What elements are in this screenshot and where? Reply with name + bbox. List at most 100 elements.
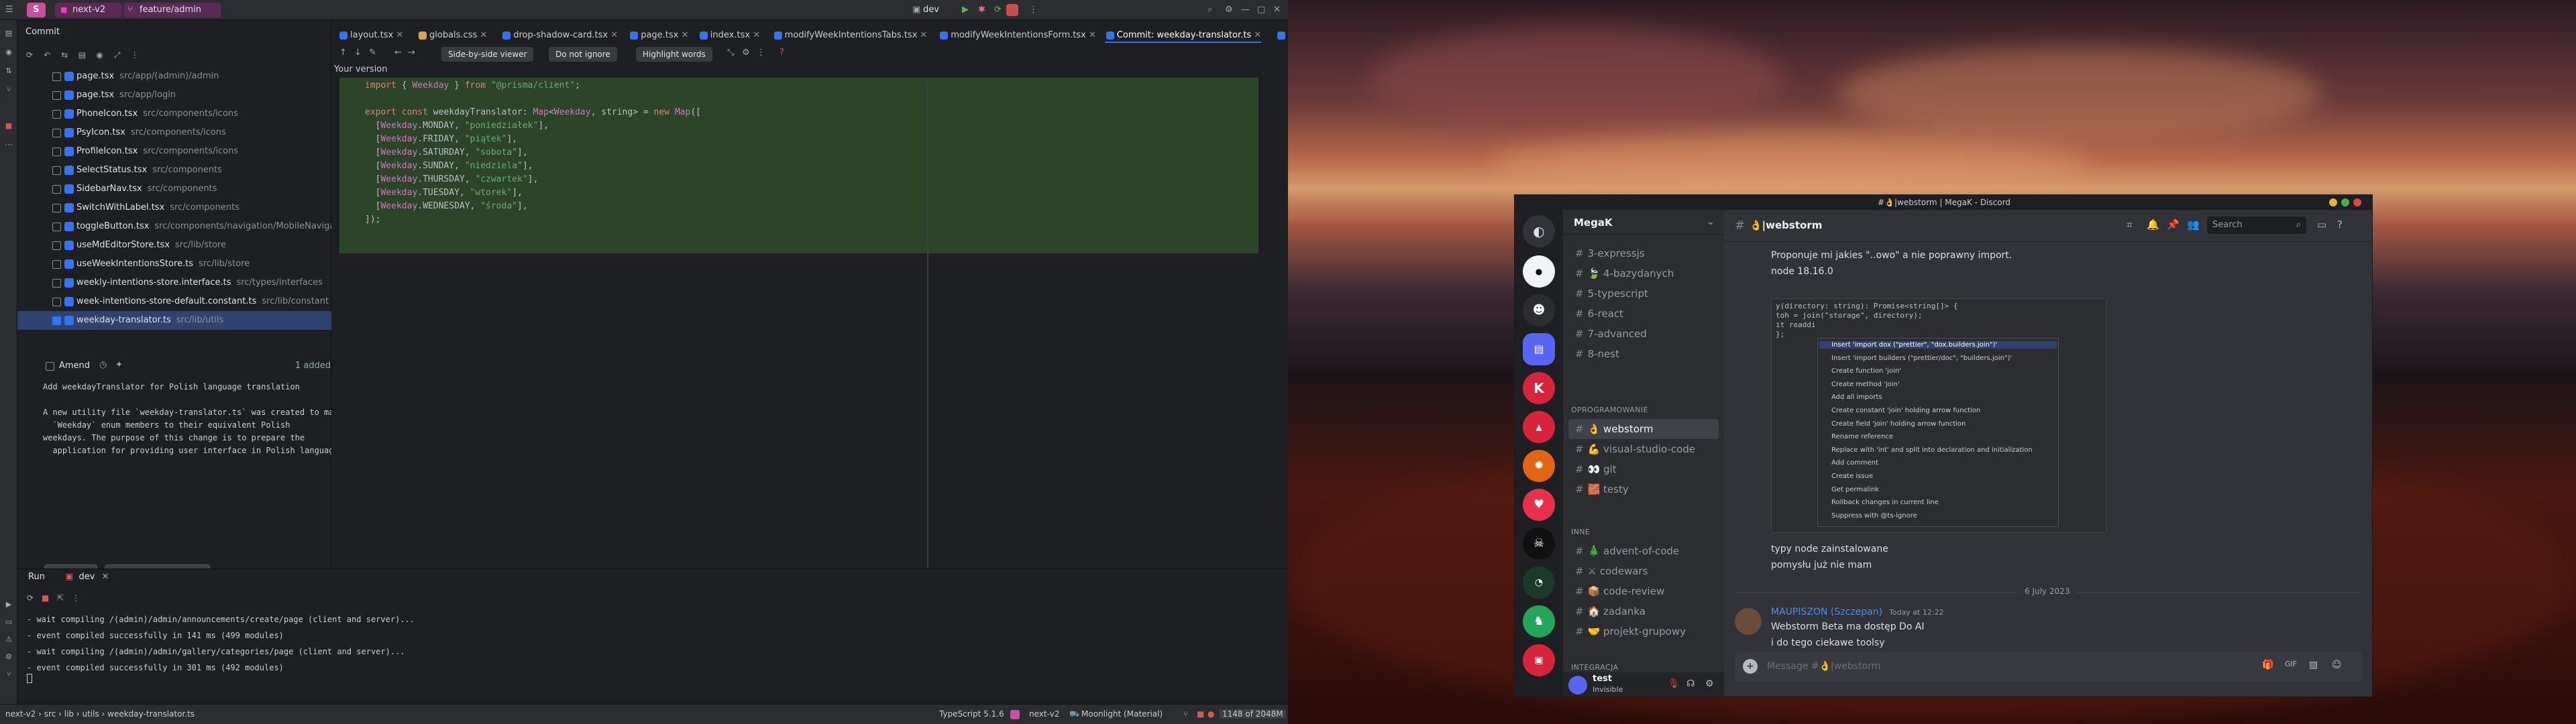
typescript-version[interactable]: TypeScript 5.1.6 — [939, 709, 1004, 719]
category-programming[interactable]: OPROGRAMOWANIE — [1571, 406, 1648, 414]
file-checkbox[interactable] — [52, 129, 61, 137]
maximize-window-icon[interactable] — [2341, 198, 2349, 206]
rerun-icon[interactable]: ⟳ — [994, 4, 1002, 16]
server-icon-2[interactable]: ☻ — [1523, 294, 1555, 326]
channel-codewars[interactable]: # ⚔ codewars — [1568, 561, 1719, 581]
gif-icon[interactable]: GIF — [2285, 660, 2297, 668]
avatar[interactable] — [1568, 676, 1587, 695]
file-row[interactable]: PsyIcon.tsx src/components/icons — [17, 123, 331, 142]
close-tab-icon[interactable]: ✕ — [477, 30, 487, 40]
npm-icon[interactable]: ■ — [3, 121, 14, 131]
breadcrumb-item[interactable]: weekday-translator.ts — [107, 709, 195, 719]
channel-webstorm[interactable]: # 👌 webstorm — [1568, 419, 1719, 439]
file-row[interactable]: page.tsx src/app/(admin)/admin — [17, 67, 331, 86]
channel-8-nest[interactable]: #8-nest — [1568, 344, 1719, 364]
close-window-icon[interactable] — [2353, 198, 2361, 206]
project-switcher[interactable]: next-v2 — [72, 4, 105, 16]
error-status-icon[interactable]: ■ — [1197, 709, 1204, 719]
rollback-icon[interactable]: ↶ — [42, 50, 52, 60]
emoji-icon[interactable]: ☺ — [2332, 660, 2342, 670]
attach-plus-icon[interactable]: + — [1743, 659, 1758, 674]
close-icon[interactable]: ✕ — [1273, 4, 1281, 16]
channel-projekt-grupowy[interactable]: # 🤝 projekt-grupowy — [1568, 621, 1719, 642]
file-checkbox[interactable] — [52, 223, 61, 231]
server-icon-10[interactable]: ▣ — [1523, 644, 1555, 676]
rerun-run-icon[interactable]: ⟳ — [27, 593, 34, 603]
minimize-window-icon[interactable] — [2329, 198, 2337, 206]
close-tab-icon[interactable]: ✕ — [608, 30, 618, 40]
server-icon-4[interactable]: ▲ — [1523, 411, 1555, 443]
stop-icon[interactable] — [1006, 4, 1018, 16]
channel-zadanka[interactable]: # 🏠 zadanka — [1568, 601, 1719, 621]
channel-testy[interactable]: # 🧱 testy — [1568, 479, 1719, 499]
close-tab-icon[interactable]: ✕ — [917, 30, 927, 40]
file-row[interactable]: ProfileIcon.tsx src/components/icons — [17, 142, 331, 161]
stop-run-icon[interactable]: ■ — [42, 593, 49, 603]
amend-checkbox[interactable] — [46, 362, 54, 371]
diff-splitter[interactable] — [927, 78, 928, 568]
channel-code-review[interactable]: # 📦 code-review — [1568, 581, 1719, 601]
channel-git[interactable]: # 👀 git — [1568, 459, 1719, 479]
gift-icon[interactable]: 🎁 — [2262, 660, 2273, 670]
category-other[interactable]: INNE — [1571, 528, 1590, 536]
file-checkbox[interactable] — [52, 147, 61, 156]
settings-icon[interactable]: ⚙ — [1225, 4, 1233, 16]
editor-tab[interactable]: drop-shadow-card.tsx ✕ — [501, 28, 618, 43]
file-checkbox[interactable] — [52, 166, 61, 175]
file-checkbox[interactable] — [52, 241, 61, 250]
file-checkbox[interactable] — [52, 110, 61, 119]
refresh-icon[interactable]: ⟳ — [24, 50, 35, 60]
status-project[interactable]: next-v2 — [1029, 709, 1059, 719]
problems-icon[interactable]: ⚠ — [3, 634, 14, 645]
memory-indicator[interactable]: 1148 of 2048M — [1220, 709, 1286, 719]
file-checkbox[interactable] — [52, 185, 61, 194]
chevron-down-icon[interactable]: ⌄ — [1707, 217, 1715, 227]
editor-tab[interactable]: Switch ✕ — [1276, 28, 1288, 43]
close-tab-icon[interactable]: ✕ — [678, 30, 688, 40]
settings-diff-icon[interactable]: ⚙ — [742, 48, 750, 58]
pull-requests-icon[interactable]: ⇅ — [3, 66, 14, 76]
channel-visual-studio-code[interactable]: # 💪 visual-studio-code — [1568, 439, 1719, 459]
arrow-down-icon[interactable]: ↓ — [354, 48, 362, 58]
channel-5-typescript[interactable]: #5-typescript — [1568, 284, 1719, 304]
message-input[interactable]: + Message #👌|webstorm 🎁 GIF ▧ ☺ — [1735, 652, 2363, 682]
attached-screenshot[interactable]: y(directory: string): Promise<string[]> … — [1771, 298, 2106, 533]
clock-icon[interactable]: ◷ — [99, 360, 107, 370]
close-tab-icon[interactable]: ✕ — [1251, 30, 1261, 40]
breadcrumb-item[interactable]: src — [44, 709, 56, 719]
forward-icon[interactable]: → — [408, 48, 415, 58]
threads-icon[interactable]: ⌗ — [2127, 219, 2132, 231]
server-icon-8[interactable]: ◔ — [1523, 566, 1555, 599]
file-checkbox[interactable] — [52, 204, 61, 213]
guild-name[interactable]: MegaK — [1574, 217, 1613, 229]
expand-icon[interactable]: ⤢ — [112, 50, 123, 60]
breadcrumb-item[interactable]: utils — [82, 709, 99, 719]
file-checkbox[interactable] — [52, 72, 61, 81]
search-input[interactable]: Search ⌕ — [2207, 217, 2306, 234]
members-icon[interactable]: 👥 — [2187, 219, 2200, 231]
more-commit-icon[interactable]: ⋮ — [129, 50, 140, 60]
file-row[interactable]: weekday-translator.ts src/lib/utils — [17, 311, 331, 330]
sticker-icon[interactable]: ▧ — [2309, 660, 2318, 670]
channel-4-bazydanych[interactable]: # 🍃 4-bazydanych — [1568, 263, 1719, 284]
channel-3-expressjs[interactable]: #3-expressjs — [1568, 243, 1719, 263]
services-icon[interactable]: ⚙ — [3, 652, 14, 662]
file-row[interactable]: SwitchWithLabel.tsx src/components — [17, 198, 331, 217]
file-checkbox[interactable] — [52, 279, 61, 288]
channel-7-advanced[interactable]: #7-advanced — [1568, 324, 1719, 344]
more-run-icon[interactable]: ⋮ — [72, 593, 80, 603]
viewer-select[interactable]: Side-by-side viewer — [441, 47, 534, 62]
more-icon[interactable]: ⋮ — [1029, 4, 1038, 16]
help-discord-icon[interactable]: ? — [2337, 219, 2343, 231]
run-tool-icon[interactable]: ▶ — [3, 599, 14, 610]
file-row[interactable]: week-intentions-store-default.constant.t… — [17, 292, 331, 311]
warning-status-icon[interactable]: ● — [1208, 709, 1214, 719]
discord-home-icon[interactable]: ◐ — [1523, 215, 1555, 247]
git-icon[interactable]: ⑂ — [3, 84, 14, 95]
restore-icon[interactable]: ⇱ — [57, 593, 64, 603]
editor-tab[interactable]: layout.tsx ✕ — [338, 28, 403, 43]
file-row[interactable]: useMdEditorStore.tsx src/lib/store — [17, 236, 331, 255]
structure-icon[interactable]: ⋯ — [3, 139, 14, 150]
editor-tab[interactable]: modifyWeekIntentionsForm.tsx ✕ — [938, 28, 1096, 43]
server-icon-7[interactable]: ☠ — [1523, 528, 1555, 560]
